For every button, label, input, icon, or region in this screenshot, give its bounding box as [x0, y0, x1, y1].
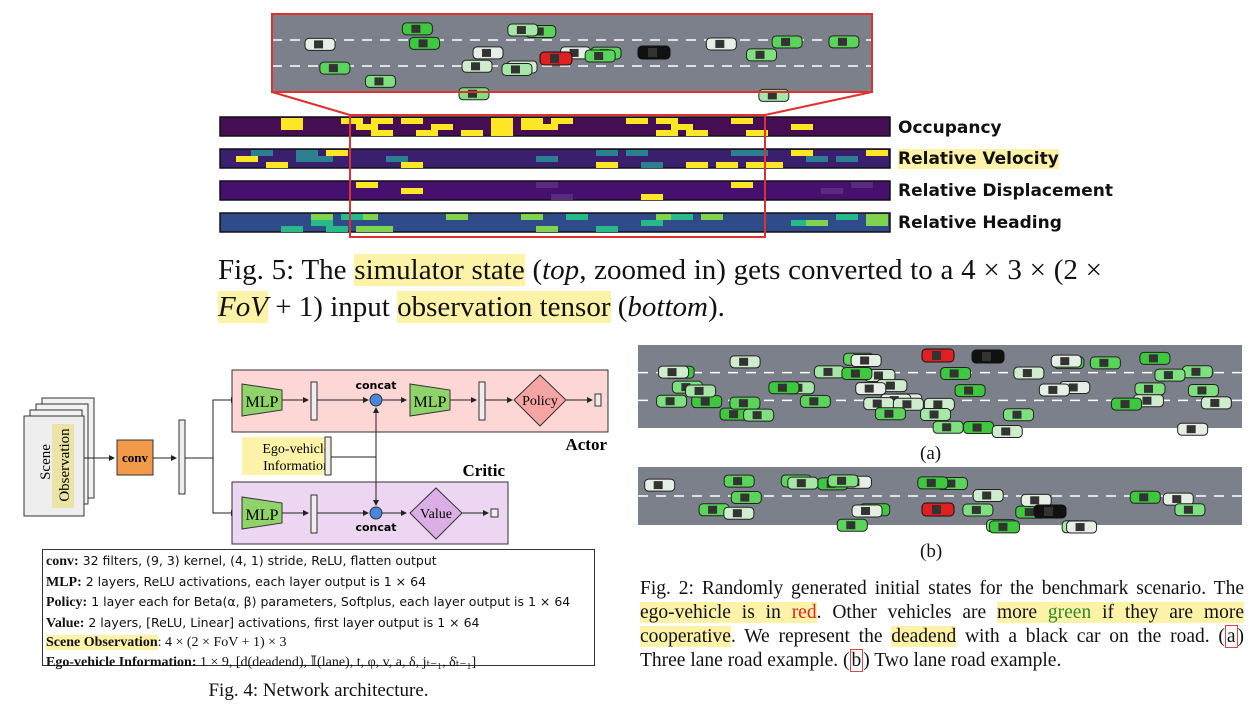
fig2-caption: Fig. 2: Randomly generated initial state… — [640, 578, 1244, 672]
arch-row: MLP: 2 layers, ReLU activations, each la… — [46, 573, 427, 590]
concat-label: concat — [355, 521, 396, 534]
value-label: Value — [420, 507, 452, 522]
channel-label-relative-displacement: Relative Displacement — [898, 181, 1114, 201]
subfig-label-b: (b) — [920, 541, 943, 562]
arch-row: Scene Observation: 4 × (2 × FoV + 1) × 3 — [46, 635, 287, 650]
mlp-label: MLP — [246, 507, 279, 524]
channel-label-relative-heading: Relative Heading — [898, 213, 1062, 233]
architecture-table: conv: 32 filters, (9, 3) kernel, (4, 1) … — [42, 549, 595, 670]
fig4-caption: Fig. 4: Network architecture. — [208, 680, 429, 701]
observation-label: Observation — [57, 428, 73, 502]
ego-vehicle-label: Ego-vehicle — [262, 442, 330, 457]
network-diagram: Scene Observation conv Actor Critic MLP … — [23, 369, 609, 545]
subfig-label-a: (a) — [920, 443, 942, 464]
observation-tensor — [219, 116, 891, 233]
fig5-caption: Fig. 5: The simulator state (top, zoomed… — [218, 254, 1103, 323]
mlp-label: MLP — [414, 394, 447, 411]
road-two-lane — [638, 467, 1242, 534]
road-three-lane — [638, 345, 1242, 438]
concat-label: concat — [355, 379, 396, 392]
scene-label: Scene — [38, 444, 54, 480]
arch-row: Ego-vehicle Information: 1 × 9, [d(deade… — [46, 654, 477, 670]
information-label: Information — [263, 459, 330, 474]
channel-label-relative-velocity: Relative Velocity — [898, 149, 1059, 169]
critic-label: Critic — [463, 461, 506, 480]
channel-label-occupancy: Occupancy — [898, 118, 1002, 138]
policy-label: Policy — [522, 394, 558, 409]
arch-row: Value: 2 layers, [ReLU, Linear] activati… — [46, 614, 480, 631]
simulator-state-road — [272, 14, 872, 102]
conv-label: conv — [122, 450, 149, 465]
arch-row: Policy: 1 layer each for Beta(α, β) para… — [46, 594, 571, 610]
actor-label: Actor — [565, 435, 607, 454]
arch-row: conv: 32 filters, (9, 3) kernel, (4, 1) … — [46, 553, 437, 569]
mlp-label: MLP — [246, 394, 279, 411]
